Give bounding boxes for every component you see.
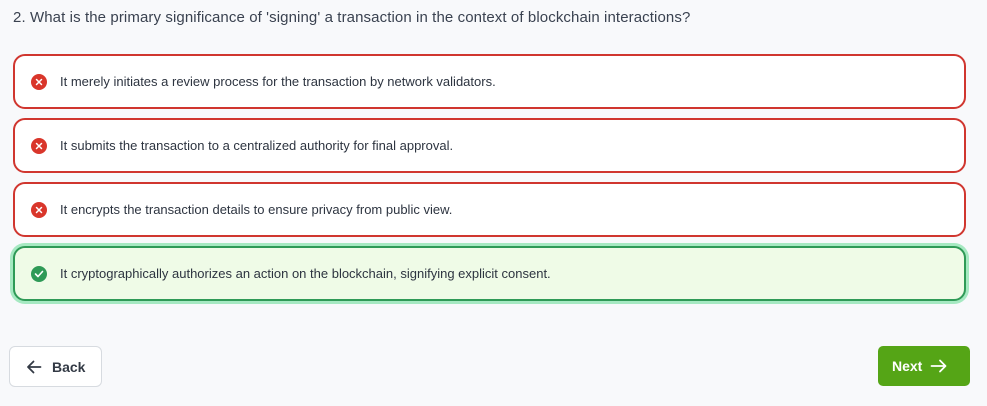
answer-option-text: It encrypts the transaction details to e… [60,202,453,217]
question-text: 2. What is the primary significance of '… [13,9,691,26]
answer-option-text: It cryptographically authorizes an actio… [60,266,551,281]
answer-option-4[interactable]: It cryptographically authorizes an actio… [13,246,966,301]
check-circle-icon [31,265,47,282]
back-button-label: Back [52,358,86,375]
arrow-right-icon [930,359,948,373]
x-circle-icon [31,73,47,90]
next-button-label: Next [892,358,923,374]
back-button[interactable]: Back [9,346,102,387]
answer-option-2[interactable]: It submits the transaction to a centrali… [13,118,966,173]
answer-option-text: It submits the transaction to a centrali… [60,138,454,153]
answer-option-1[interactable]: It merely initiates a review process for… [13,54,966,109]
x-circle-icon [31,201,47,218]
x-circle-icon [31,137,47,154]
arrow-left-icon [26,360,42,374]
next-button[interactable]: Next [878,346,970,386]
answer-option-3[interactable]: It encrypts the transaction details to e… [13,182,966,237]
answer-option-text: It merely initiates a review process for… [60,74,496,89]
answer-options: It merely initiates a review process for… [13,54,966,310]
